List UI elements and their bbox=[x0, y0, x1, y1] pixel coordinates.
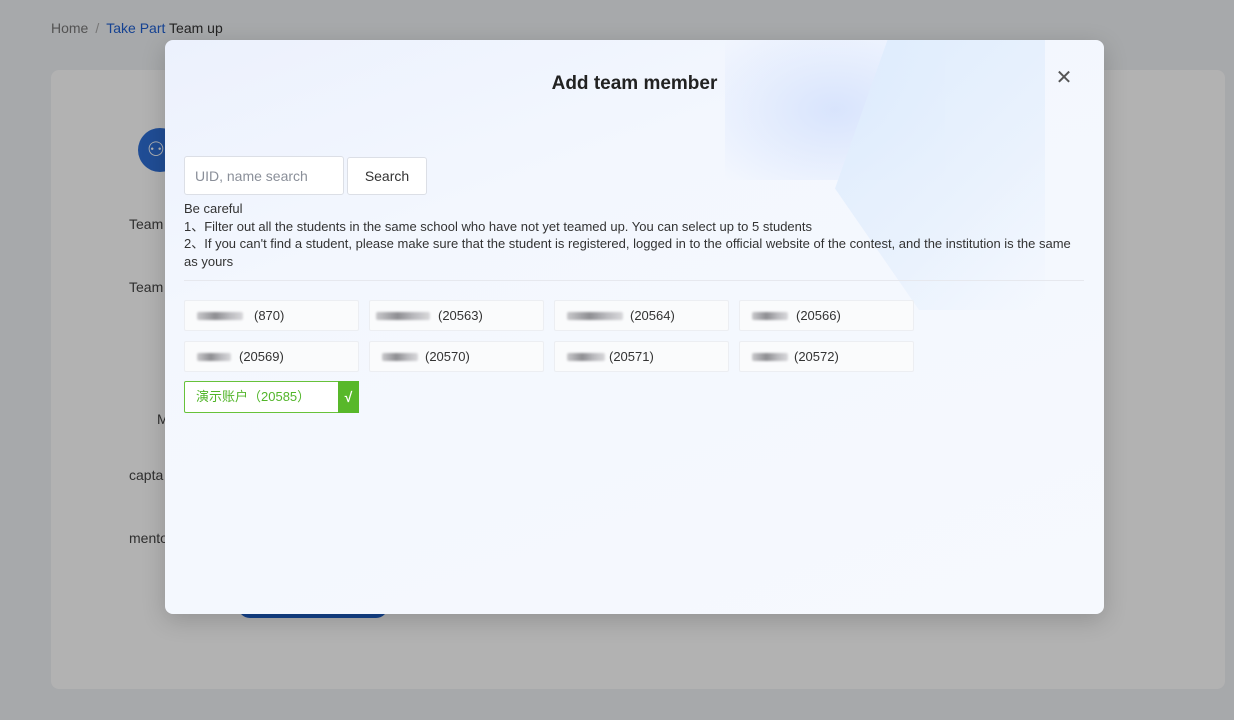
modal-title: Add team member bbox=[551, 73, 718, 94]
student-chip[interactable]: (20570) bbox=[369, 341, 544, 372]
student-chip[interactable]: (20571) bbox=[554, 341, 729, 372]
blurred-name bbox=[752, 312, 788, 320]
notes-heading: Be careful bbox=[184, 201, 243, 216]
student-chip[interactable]: (20572) bbox=[739, 341, 914, 372]
notes-line-1: 1、Filter out all the students in the sam… bbox=[184, 218, 812, 234]
student-uid: (20570) bbox=[425, 349, 470, 364]
student-chip[interactable]: (20564) bbox=[554, 300, 729, 331]
blurred-name bbox=[382, 353, 418, 361]
student-uid: (20564) bbox=[630, 308, 675, 323]
student-uid: (20566) bbox=[796, 308, 841, 323]
notes: Be careful 1、Filter out all the students… bbox=[184, 200, 1084, 270]
student-chip[interactable]: (20569) bbox=[184, 341, 359, 372]
student-uid: (870) bbox=[254, 308, 285, 323]
search-input[interactable] bbox=[184, 156, 344, 195]
checkmark-icon: √ bbox=[338, 381, 359, 413]
blurred-name bbox=[197, 312, 243, 320]
student-chip[interactable]: (20563) bbox=[369, 300, 544, 331]
blurred-name bbox=[567, 353, 605, 361]
student-chip[interactable]: (20566) bbox=[739, 300, 914, 331]
student-uid: (20572) bbox=[794, 349, 839, 364]
divider bbox=[184, 280, 1084, 281]
student-uid: (20563) bbox=[438, 308, 483, 323]
blurred-name bbox=[197, 353, 231, 361]
selected-student-chip[interactable]: 演示账户（20585） √ bbox=[184, 381, 359, 413]
student-chip[interactable]: (870) bbox=[184, 300, 359, 331]
search-button[interactable]: Search bbox=[347, 157, 427, 195]
selected-student-label: 演示账户（20585） bbox=[196, 389, 311, 404]
close-icon[interactable]: ✕ bbox=[1054, 68, 1074, 88]
notes-line-2: 2、If you can't find a student, please ma… bbox=[184, 236, 1071, 269]
student-uid: (20571) bbox=[609, 349, 654, 364]
add-team-member-modal: Add team member ✕ Search Be careful 1、Fi… bbox=[165, 40, 1104, 614]
blurred-name bbox=[567, 312, 623, 320]
blurred-name bbox=[376, 312, 430, 320]
student-uid: (20569) bbox=[239, 349, 284, 364]
blurred-name bbox=[752, 353, 788, 361]
